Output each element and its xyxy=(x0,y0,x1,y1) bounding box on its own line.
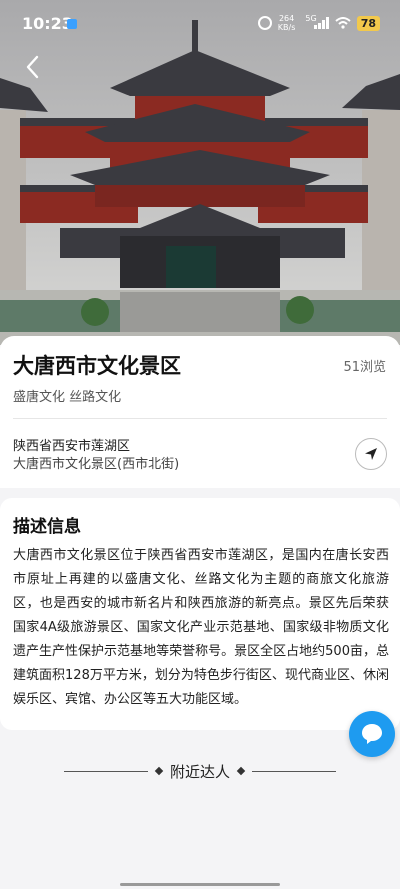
nearby-section-header: 附近达人 xyxy=(0,758,400,784)
divider-left xyxy=(63,770,148,772)
chat-button[interactable] xyxy=(349,711,395,757)
hero-photo xyxy=(0,0,400,345)
diamond-left-icon xyxy=(154,766,164,776)
net-speed: 264 KB/s xyxy=(278,14,296,32)
net-speed-value: 264 xyxy=(278,14,295,23)
divider xyxy=(13,418,387,419)
divider-right xyxy=(252,770,336,772)
net-speed-unit: KB/s xyxy=(277,23,296,32)
chevron-left-icon xyxy=(26,55,39,79)
nearby-label: 附近达人 xyxy=(169,762,230,781)
battery-indicator: 78 xyxy=(356,15,380,31)
place-tags: 盛唐文化 丝路文化 xyxy=(13,390,122,405)
navigate-button[interactable] xyxy=(355,438,387,470)
network-type: 5G xyxy=(305,14,317,23)
description-card: 描述信息 大唐西市文化景区位于陕西省西安市莲湖区，是国内在唐长安西市原址上再建的… xyxy=(0,498,400,730)
alarm-icon xyxy=(257,16,272,30)
description-heading: 描述信息 xyxy=(13,517,81,537)
status-bar: 10:23 264 KB/s 5G 78 xyxy=(0,0,400,48)
app-notification-icon xyxy=(67,19,77,29)
home-indicator[interactable] xyxy=(120,883,280,886)
address-region: 陕西省西安市莲湖区 xyxy=(13,439,131,454)
wifi-icon xyxy=(335,17,351,29)
place-title: 大唐西市文化景区 xyxy=(13,354,181,378)
clock: 10:23 xyxy=(22,14,73,33)
diamond-right-icon xyxy=(236,766,246,776)
view-count: 51浏览 xyxy=(343,360,386,375)
navigation-arrow-icon xyxy=(365,448,377,460)
place-info-card: 大唐西市文化景区 51浏览 盛唐文化 丝路文化 陕西省西安市莲湖区 大唐西市文化… xyxy=(0,336,400,488)
chat-bubble-icon xyxy=(362,724,382,744)
address-detail: 大唐西市文化景区(西市北街) xyxy=(13,457,180,472)
back-button[interactable] xyxy=(18,52,48,82)
signal-icon: 5G xyxy=(301,14,329,29)
description-text: 大唐西市文化景区位于陕西省西安市莲湖区，是国内在唐长安西市原址上再建的以盛唐文化… xyxy=(13,548,389,707)
